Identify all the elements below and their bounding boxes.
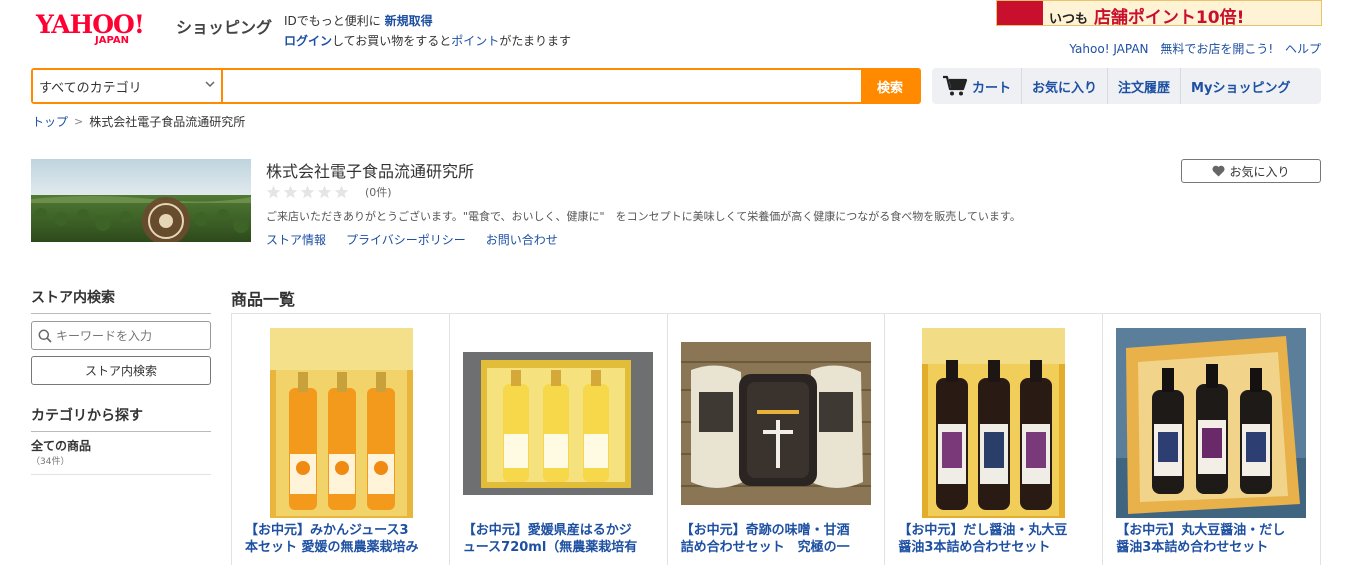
yahoo-japan-link[interactable]: Yahoo! JAPAN xyxy=(1069,42,1148,56)
product-grid: 【お中元】みかんジュース3 本セット 愛媛の無農薬栽培み 【お中元】愛媛県産はる… xyxy=(231,313,1321,565)
product-title[interactable]: 【お中元】奇跡の味噌・甘酒 詰め合わせセット 究極の一 xyxy=(681,522,877,556)
product-card[interactable]: 【お中元】だし醤油・丸大豆 醤油3本詰め合わせセット xyxy=(885,314,1104,565)
yahoo-shopping-logo[interactable]: YAHOO! JAPAN ショッピング xyxy=(36,10,276,52)
banner-prefix: いつも xyxy=(1049,12,1089,26)
cart-label: カート xyxy=(972,80,1012,96)
category-select-value: すべてのカテゴリ xyxy=(39,80,142,96)
privacy-policy-link[interactable]: プライバシーポリシー xyxy=(346,231,466,248)
product-image[interactable] xyxy=(922,328,1066,518)
product-title-line: 【お中元】だし醤油・丸大豆 xyxy=(898,523,1068,538)
chevron-down-icon xyxy=(205,81,215,88)
favorites-link[interactable]: お気に入り xyxy=(1022,68,1109,104)
product-card[interactable]: 【お中元】奇跡の味噌・甘酒 詰め合わせセット 究極の一 xyxy=(668,314,886,565)
favorite-label: お気に入り xyxy=(1229,164,1290,179)
product-title-line: 【お中元】愛媛県産はるかジ xyxy=(462,523,632,538)
breadcrumb-current: 株式会社電子食品流通研究所 xyxy=(89,115,246,129)
review-count[interactable]: (0件) xyxy=(365,184,392,200)
store-search-title: ストア内検索 xyxy=(31,287,211,314)
signup-link[interactable]: 新規取得 xyxy=(385,14,433,28)
product-card[interactable]: 【お中元】みかんジュース3 本セット 愛媛の無農薬栽培み xyxy=(232,314,450,565)
product-title-line: 本セット 愛媛の無農薬栽培み xyxy=(245,540,419,555)
star-icon xyxy=(266,185,281,199)
product-card[interactable]: 【お中元】愛媛県産はるかジ ュース720ml（無農薬栽培有 xyxy=(450,314,668,565)
product-title[interactable]: 【お中元】丸大豆醤油・だし 醤油3本詰め合わせセット xyxy=(1116,522,1312,556)
cart-icon xyxy=(943,75,968,96)
user-nav: カート お気に入り 注文履歴 Myショッピング xyxy=(932,68,1321,104)
products-title: 商品一覧 xyxy=(231,290,296,309)
keyword-search-field[interactable] xyxy=(31,321,211,350)
my-shopping-link[interactable]: Myショッピング xyxy=(1181,68,1300,104)
product-image[interactable] xyxy=(680,342,871,505)
star-icon xyxy=(300,185,315,199)
store-name: 株式会社電子食品流通研究所 xyxy=(266,162,475,181)
category-title: カテゴリから探す xyxy=(31,405,211,432)
contact-link[interactable]: お問い合わせ xyxy=(486,231,558,248)
product-title[interactable]: 【お中元】だし醤油・丸大豆 醤油3本詰め合わせセット xyxy=(898,522,1094,556)
heart-icon xyxy=(1212,165,1226,177)
product-image[interactable] xyxy=(270,328,413,518)
product-title-line: 醤油3本詰め合わせセット xyxy=(1116,540,1269,555)
product-title[interactable]: 【お中元】愛媛県産はるかジ ュース720ml（無農薬栽培有 xyxy=(463,522,659,556)
star-icon xyxy=(317,185,332,199)
breadcrumb: トップ > 株式会社電子食品流通研究所 xyxy=(32,113,245,130)
product-title-line: 【お中元】みかんジュース3 xyxy=(245,523,409,538)
order-history-link[interactable]: 注文履歴 xyxy=(1108,68,1182,104)
product-title-line: 詰め合わせセット 究極の一 xyxy=(680,540,850,555)
category-select[interactable]: すべてのカテゴリ xyxy=(33,70,223,102)
banner-text: いつも 店舗ポイント10倍! xyxy=(1049,3,1245,26)
store-point-banner[interactable]: いつも 店舗ポイント10倍! xyxy=(996,0,1322,26)
store-info-link[interactable]: ストア情報 xyxy=(266,231,326,248)
product-title-line: 【お中元】奇跡の味噌・甘酒 xyxy=(680,523,850,538)
search-icon xyxy=(38,329,52,343)
banner-main: 店舗ポイント10倍! xyxy=(1093,8,1245,26)
product-title-line: 醤油3本詰め合わせセット xyxy=(898,540,1051,555)
product-title-line: 【お中元】丸大豆醤油・だし xyxy=(1116,523,1286,538)
search-button[interactable]: 検索 xyxy=(861,70,919,102)
breadcrumb-top-link[interactable]: トップ xyxy=(32,113,68,130)
store-links: ストア情報 プライバシーポリシー お問い合わせ xyxy=(266,231,578,248)
promo-text: IDでもっと便利に xyxy=(284,14,381,28)
logo-japan-text: JAPAN xyxy=(95,35,129,46)
store-description: ご来店いただきありがとうございます。"電食で、おいしく、健康に" をコンセプトに… xyxy=(266,210,1021,223)
store-rating: (0件) xyxy=(266,184,392,200)
breadcrumb-separator: > xyxy=(74,115,84,128)
product-title-line: ュース720ml（無農薬栽培有 xyxy=(462,540,638,555)
keyword-input[interactable] xyxy=(56,328,206,343)
star-icon xyxy=(283,185,298,199)
store-banner-image xyxy=(31,159,251,242)
login-link[interactable]: ログイン xyxy=(284,34,332,48)
promo-text-mid: してお買い物をすると xyxy=(332,34,452,48)
divider xyxy=(31,474,211,475)
search-input[interactable] xyxy=(223,70,861,102)
star-icon xyxy=(334,185,349,199)
help-link[interactable]: ヘルプ xyxy=(1285,42,1321,56)
open-store-link[interactable]: 無料でお店を開こう! xyxy=(1160,42,1273,56)
logo-shopping-text: ショッピング xyxy=(176,18,273,37)
all-items-count: （34件） xyxy=(31,457,70,467)
banner-badge xyxy=(997,1,1043,25)
top-links: Yahoo! JAPAN 無料でお店を開こう! ヘルプ xyxy=(1061,40,1321,57)
product-image[interactable] xyxy=(1116,328,1307,518)
product-title[interactable]: 【お中元】みかんジュース3 本セット 愛媛の無農薬栽培み xyxy=(245,522,441,556)
all-items-link[interactable]: 全ての商品 xyxy=(31,437,91,454)
product-card[interactable]: 【お中元】丸大豆醤油・だし 醤油3本詰め合わせセット xyxy=(1103,314,1321,565)
store-favorite-button[interactable]: お気に入り xyxy=(1181,159,1321,183)
promo-text-suffix: がたまります xyxy=(499,34,571,48)
points-link[interactable]: ポイント xyxy=(451,34,499,48)
store-search-button[interactable]: ストア内検索 xyxy=(31,356,211,385)
id-promo: IDでもっと便利に 新規取得 ログインしてお買い物をするとポイントがたまります xyxy=(284,11,571,51)
product-image[interactable] xyxy=(462,352,653,495)
cart-link[interactable]: カート xyxy=(932,68,1023,104)
search-bar: すべてのカテゴリ 検索 xyxy=(31,68,921,104)
